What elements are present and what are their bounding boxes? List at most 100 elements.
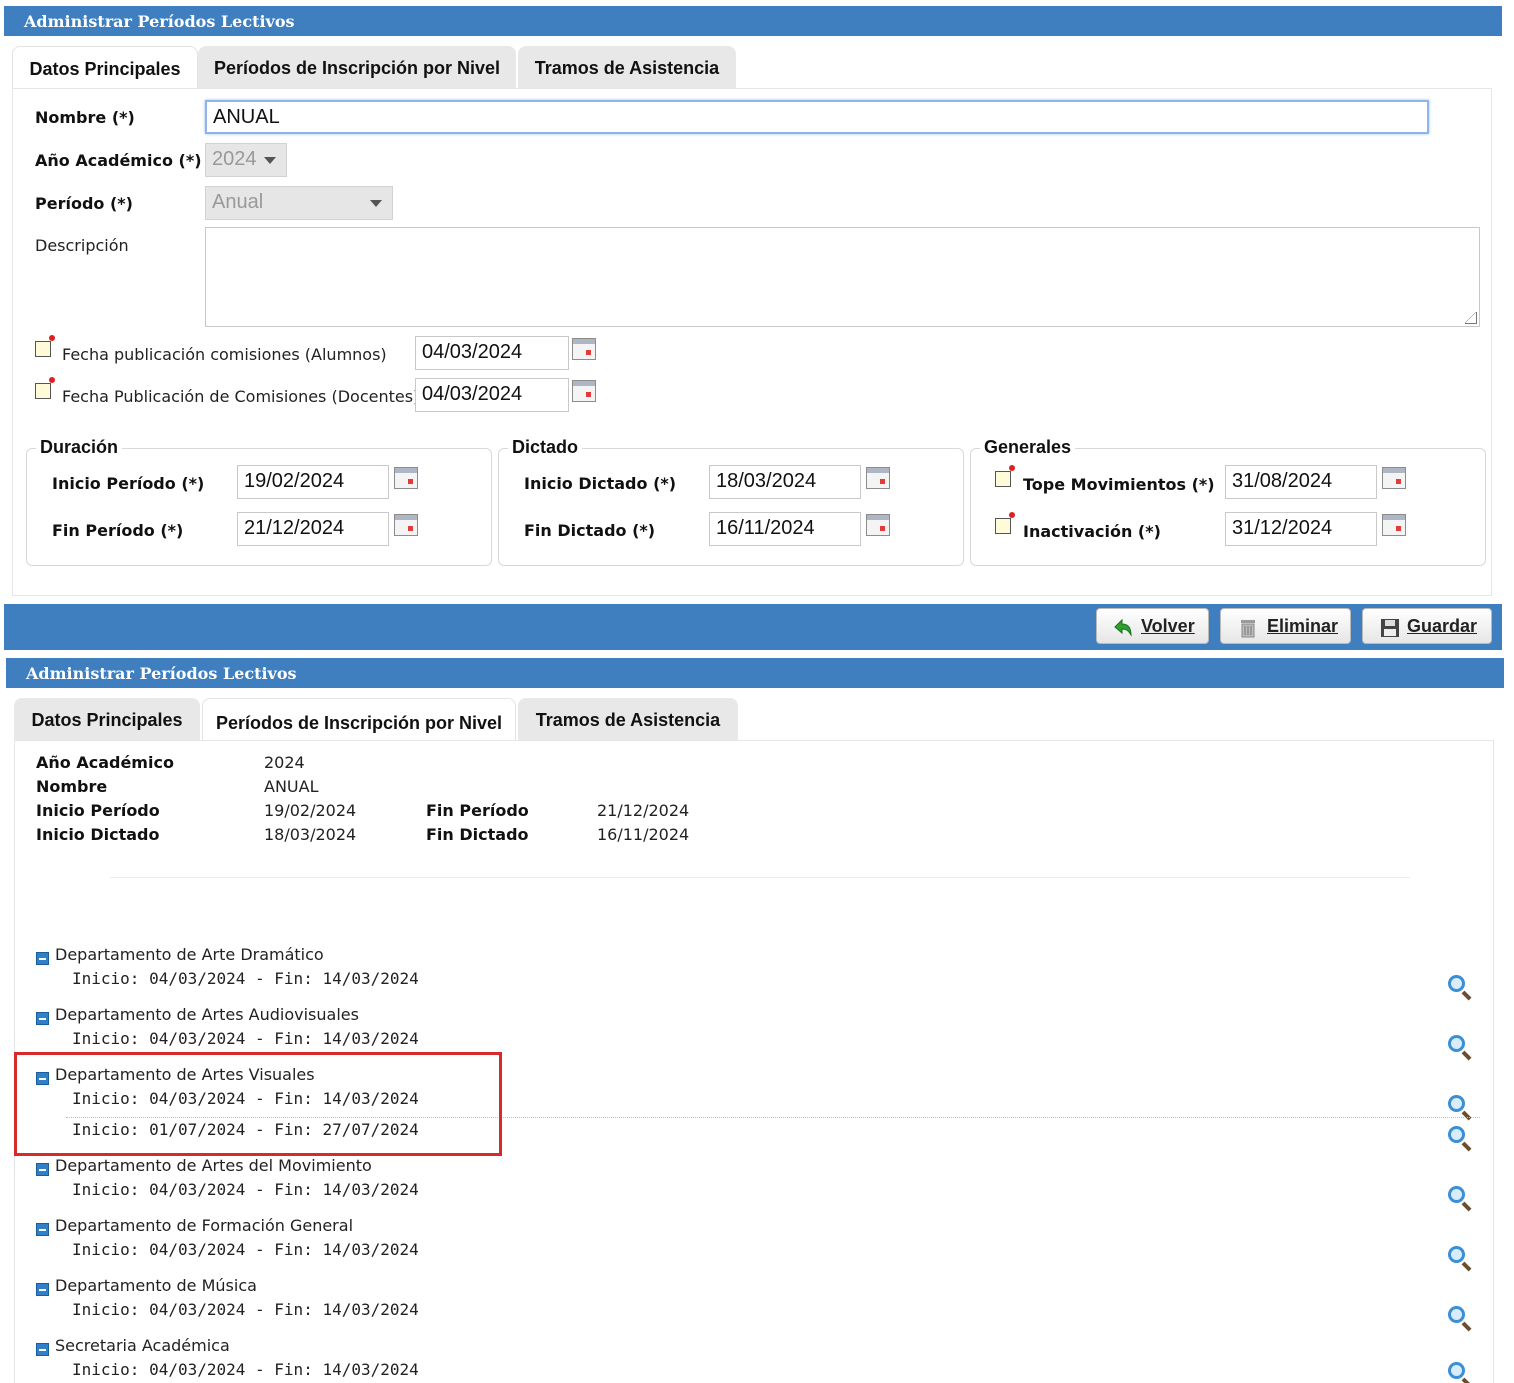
department-range: Inicio: 04/03/2024 - Fin: 14/03/2024 [72, 1180, 419, 1199]
info-divider [110, 877, 1410, 878]
info-fin-periodo-label: Fin Período [426, 801, 529, 820]
fecha-docentes-label: Fecha Publicación de Comisiones (Docente… [62, 387, 420, 406]
resize-handle-icon[interactable] [1465, 312, 1477, 324]
search-icon[interactable] [1448, 1095, 1472, 1121]
department-name: Departamento de Artes Audiovisuales [55, 1005, 359, 1024]
calendar-icon[interactable] [1382, 514, 1406, 536]
fecha-alumnos-input[interactable]: 04/03/2024 [415, 336, 569, 370]
department-range: Inicio: 04/03/2024 - Fin: 14/03/2024 [72, 1300, 419, 1319]
chevron-down-icon [264, 157, 276, 164]
department-range: Inicio: 04/03/2024 - Fin: 14/03/2024 [72, 1240, 419, 1259]
guardar-label: Guardar [1407, 616, 1478, 636]
search-icon[interactable] [1448, 1362, 1472, 1383]
note-pin-icon [35, 377, 55, 399]
tab-periodos-inscripcion[interactable]: Períodos de Inscripción por Nivel [198, 46, 516, 88]
fin-periodo-input[interactable]: 21/12/2024 [237, 512, 389, 546]
collapse-icon[interactable] [36, 1012, 49, 1025]
volver-label: Volver [1141, 616, 1195, 636]
fin-dictado-input[interactable]: 16/11/2024 [709, 512, 861, 546]
info-inicio-dictado-value: 18/03/2024 [264, 825, 357, 844]
inactivacion-input[interactable]: 31/12/2024 [1225, 512, 1377, 546]
info-inicio-periodo-value: 19/02/2024 [264, 801, 357, 820]
save-icon [1381, 619, 1399, 637]
note-pin-icon [995, 465, 1015, 487]
search-icon[interactable] [1448, 1035, 1472, 1061]
fin-dictado-label: Fin Dictado (*) [524, 521, 656, 540]
fecha-alumnos-label: Fecha publicación comisiones (Alumnos) [62, 345, 387, 364]
descripcion-label: Descripción [35, 236, 129, 255]
search-icon[interactable] [1448, 1246, 1472, 1272]
fecha-docentes-input[interactable]: 04/03/2024 [415, 378, 569, 412]
volver-button[interactable]: Volver [1096, 608, 1209, 644]
department-name: Departamento de Arte Dramático [55, 945, 324, 964]
highlight-box [14, 1052, 502, 1156]
info-fin-dictado-value: 16/11/2024 [597, 825, 690, 844]
panel2-header: Administrar Períodos Lectivos [6, 658, 1504, 688]
eliminar-button[interactable]: Eliminar [1220, 608, 1351, 644]
department-range: Inicio: 04/03/2024 - Fin: 14/03/2024 [72, 969, 419, 988]
department-name: Departamento de Formación General [55, 1216, 354, 1235]
arrow-back-icon [1114, 618, 1132, 637]
anio-academico-select[interactable]: 2024 [205, 143, 287, 177]
note-pin-icon [35, 335, 55, 357]
info-inicio-dictado-label: Inicio Dictado [36, 825, 160, 844]
calendar-icon[interactable] [866, 467, 890, 489]
inicio-periodo-input[interactable]: 19/02/2024 [237, 465, 389, 499]
eliminar-label: Eliminar [1267, 616, 1339, 636]
tope-movimientos-label: Tope Movimientos (*) [1023, 475, 1215, 494]
info-anio-label: Año Académico [36, 753, 174, 772]
guardar-button[interactable]: Guardar [1362, 608, 1492, 644]
anio-academico-value: 2024 [212, 148, 257, 170]
duracion-legend: Duración [36, 437, 123, 458]
search-icon[interactable] [1448, 1126, 1472, 1152]
department-range: Inicio: 04/03/2024 - Fin: 14/03/2024 [72, 1360, 419, 1379]
department-name: Secretaria Académica [55, 1336, 230, 1355]
search-icon[interactable] [1448, 1306, 1472, 1332]
collapse-icon[interactable] [36, 1343, 49, 1356]
nombre-label: Nombre (*) [35, 108, 135, 127]
inactivacion-label: Inactivación (*) [1023, 522, 1161, 541]
inicio-periodo-label: Inicio Período (*) [52, 474, 205, 493]
info-anio-value: 2024 [264, 753, 305, 772]
inicio-dictado-input[interactable]: 18/03/2024 [709, 465, 861, 499]
calendar-icon[interactable] [1382, 467, 1406, 489]
info-fin-periodo-value: 21/12/2024 [597, 801, 690, 820]
trash-icon [1241, 620, 1255, 638]
tab2-tramos-asistencia[interactable]: Tramos de Asistencia [518, 698, 738, 740]
department-name: Departamento de Artes del Movimiento [55, 1156, 372, 1175]
fin-periodo-label: Fin Período (*) [52, 521, 184, 540]
periodo-select[interactable]: Anual [205, 186, 393, 220]
note-pin-icon [995, 512, 1015, 534]
periodo-label: Período (*) [35, 194, 133, 213]
tab-datos-principales[interactable]: Datos Principales [12, 46, 198, 88]
calendar-icon[interactable] [572, 380, 596, 402]
calendar-icon[interactable] [394, 467, 418, 489]
anio-academico-label: Año Académico (*) [35, 151, 202, 170]
department-range: Inicio: 04/03/2024 - Fin: 14/03/2024 [72, 1029, 419, 1048]
calendar-icon[interactable] [866, 514, 890, 536]
calendar-icon[interactable] [394, 514, 418, 536]
descripcion-textarea[interactable] [205, 227, 1480, 327]
info-fin-dictado-label: Fin Dictado [426, 825, 529, 844]
panel1-header: Administrar Períodos Lectivos [4, 6, 1502, 36]
calendar-icon[interactable] [572, 338, 596, 360]
periodo-value: Anual [212, 191, 264, 213]
tab2-datos-principales[interactable]: Datos Principales [14, 698, 200, 740]
collapse-icon[interactable] [36, 1223, 49, 1236]
info-nombre-label: Nombre [36, 777, 108, 796]
nombre-input[interactable]: ANUAL [205, 100, 1429, 134]
tab2-periodos-inscripcion[interactable]: Períodos de Inscripción por Nivel [202, 698, 516, 742]
inicio-dictado-label: Inicio Dictado (*) [524, 474, 677, 493]
dictado-legend: Dictado [508, 437, 583, 458]
search-icon[interactable] [1448, 975, 1472, 1001]
department-name: Departamento de Música [55, 1276, 257, 1295]
tope-movimientos-input[interactable]: 31/08/2024 [1225, 465, 1377, 499]
info-nombre-value: ANUAL [264, 777, 319, 796]
generales-legend: Generales [980, 437, 1076, 458]
tab-tramos-asistencia[interactable]: Tramos de Asistencia [518, 46, 736, 88]
collapse-icon[interactable] [36, 1163, 49, 1176]
collapse-icon[interactable] [36, 1283, 49, 1296]
chevron-down-icon [370, 200, 382, 207]
search-icon[interactable] [1448, 1186, 1472, 1212]
collapse-icon[interactable] [36, 952, 49, 965]
